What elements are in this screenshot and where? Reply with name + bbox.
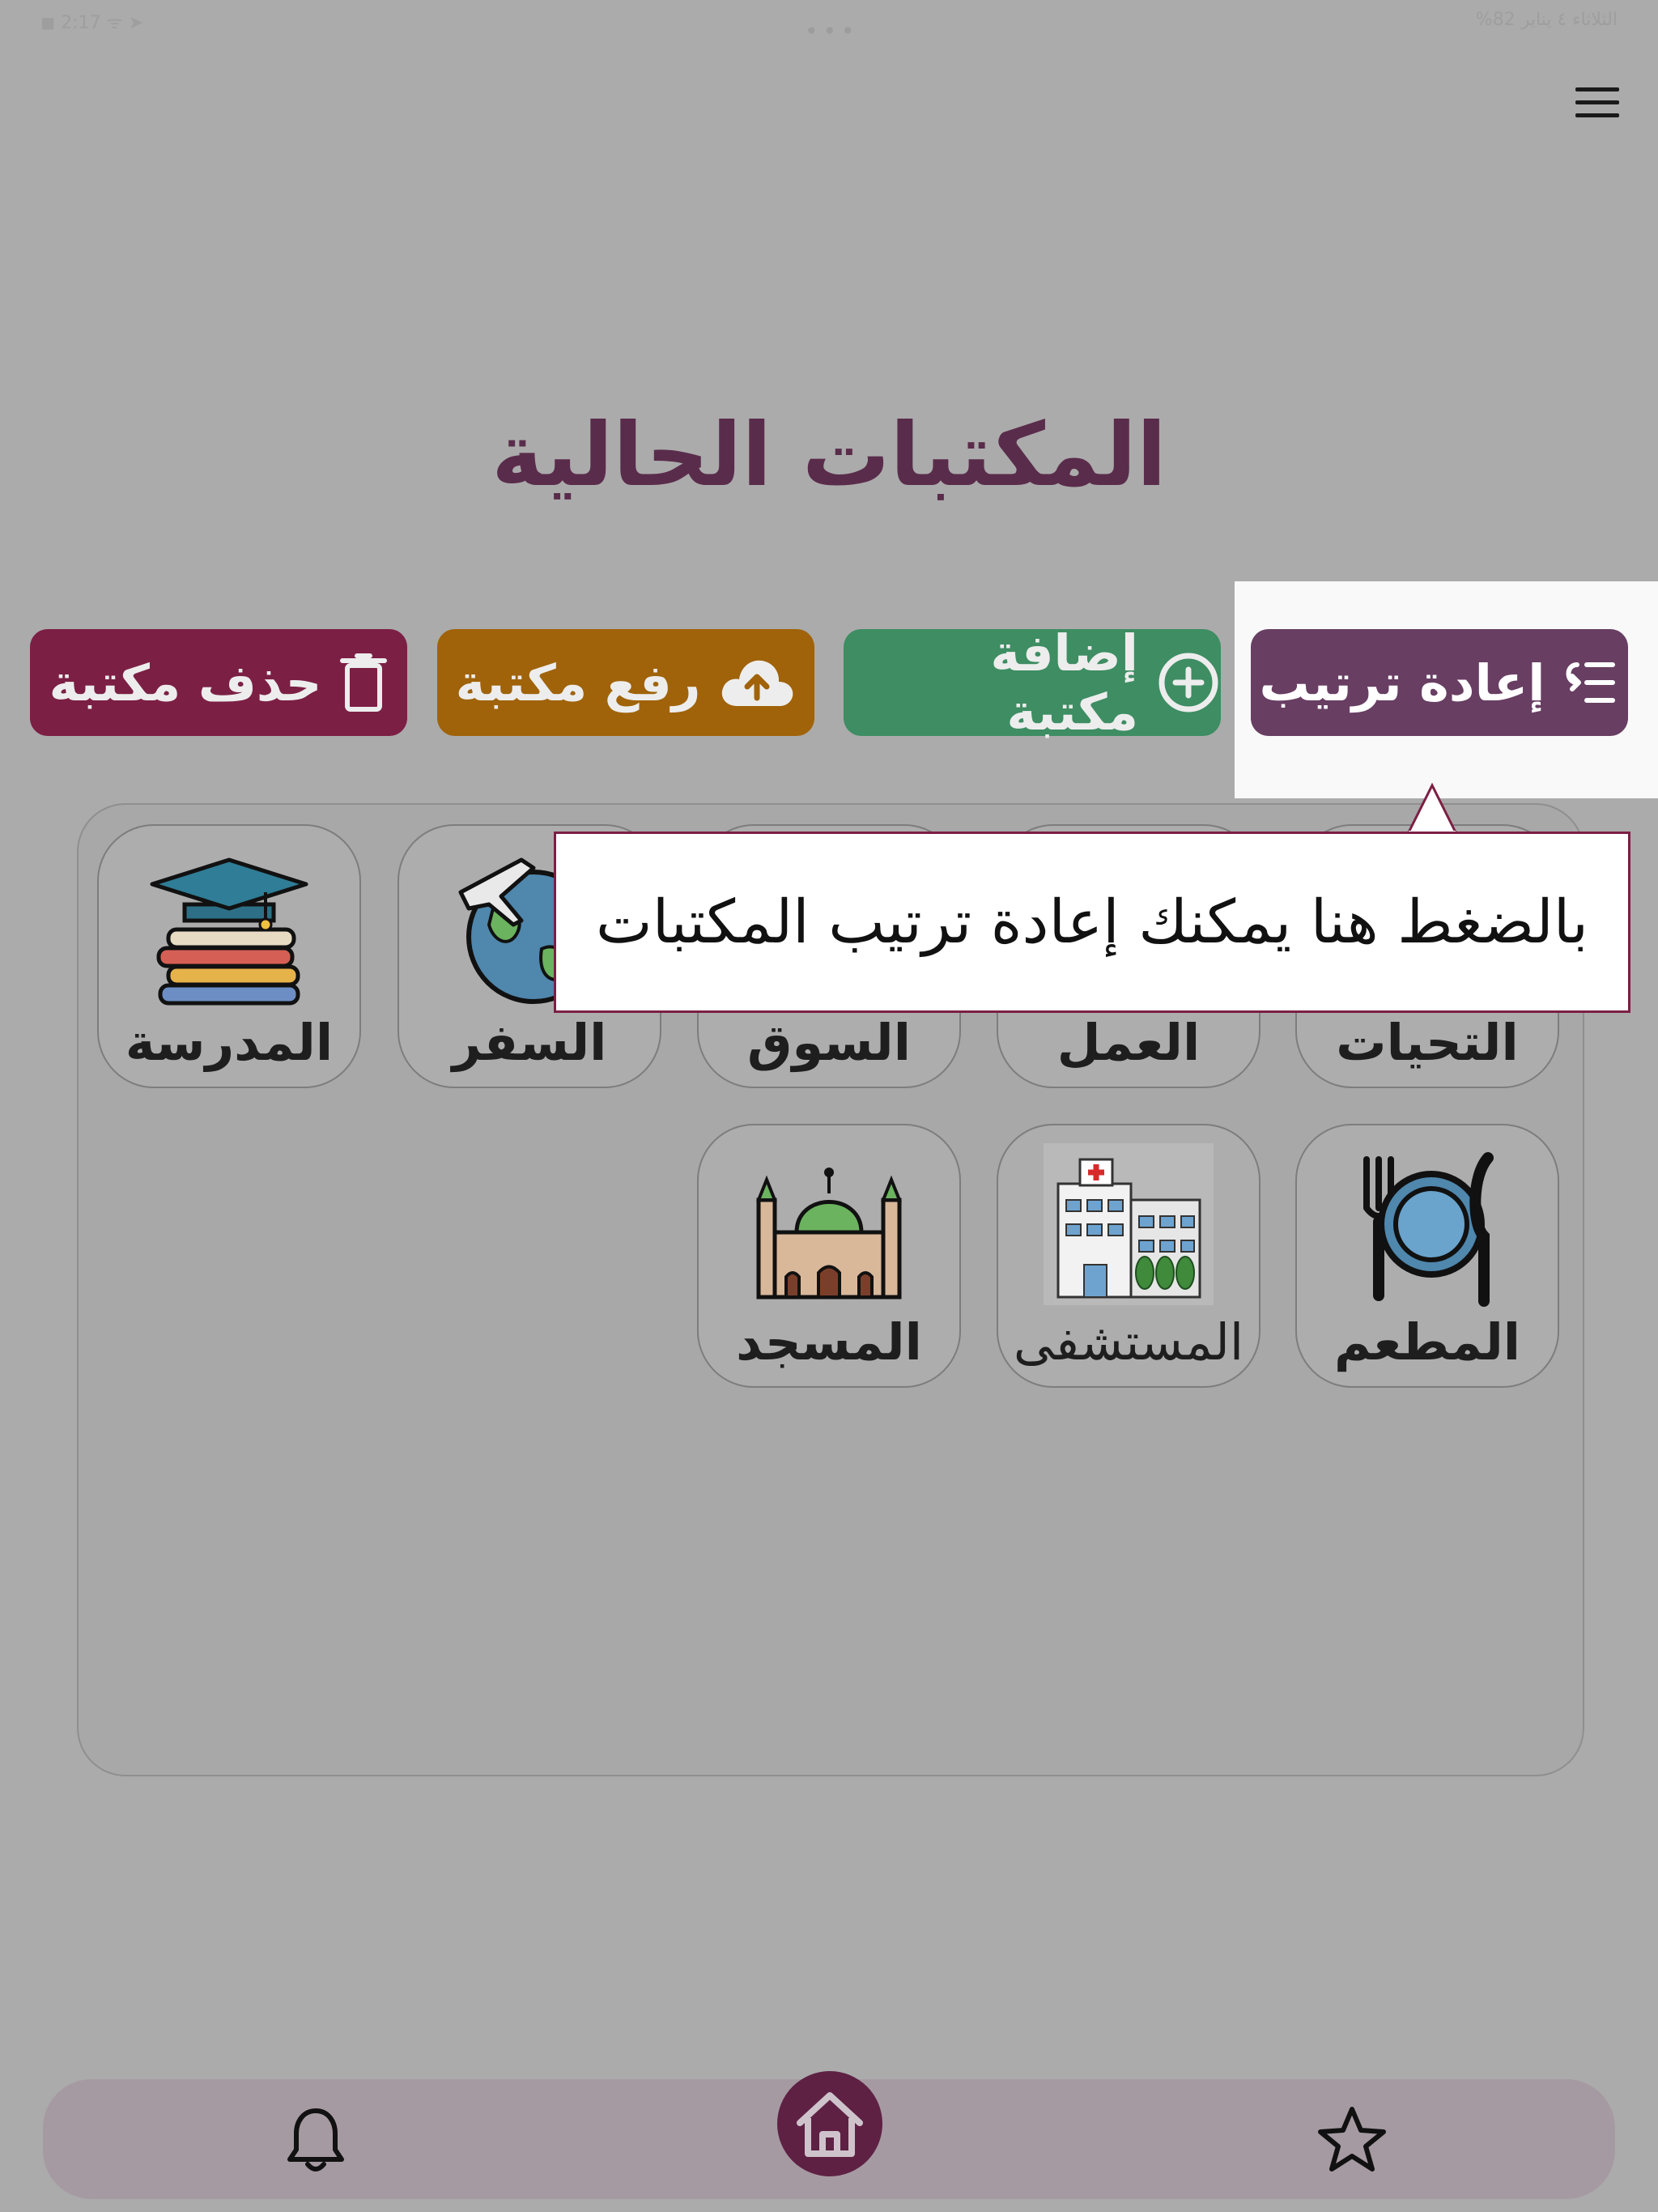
bell-icon[interactable] (275, 2099, 356, 2180)
upload-library-button[interactable]: رفع مكتبة (437, 629, 814, 736)
upload-library-label: رفع مكتبة (455, 653, 701, 713)
hospital-icon (1044, 1143, 1214, 1313)
mosque-icon (744, 1143, 914, 1313)
library-label: المطعم (1333, 1312, 1521, 1372)
library-tile-school[interactable]: المدرسة (97, 824, 361, 1088)
status-bar: ◼ 2:17 ᯤ ➤ ••• الثلاثاء ٤ يناير 82% (0, 0, 1658, 49)
library-label: السفر (452, 1013, 607, 1072)
delete-library-label: حذف مكتبة (49, 653, 322, 713)
status-right: الثلاثاء ٤ يناير 82% (1475, 10, 1618, 30)
library-tile-hospital[interactable]: المستشفى (997, 1124, 1261, 1388)
add-library-label: إضافة مكتبة (990, 623, 1138, 742)
reorder-button[interactable]: إعادة ترتيب (1251, 629, 1628, 736)
library-tile-mosque[interactable]: المسجد (697, 1124, 961, 1388)
hamburger-menu-icon[interactable] (1575, 87, 1619, 121)
reorder-label: إعادة ترتيب (1259, 653, 1545, 713)
library-label: السوق (747, 1013, 911, 1072)
cloud-upload-icon (718, 656, 796, 709)
tooltip-arrow (1405, 782, 1459, 836)
library-tile-restaurant[interactable]: المطعم (1295, 1124, 1559, 1388)
tooltip-text: بالضغط هنا يمكنك إعادة ترتيب المكتبات (596, 887, 1588, 957)
delete-library-button[interactable]: حذف مكتبة (30, 629, 407, 736)
coachmark-tooltip: بالضغط هنا يمكنك إعادة ترتيب المكتبات (554, 832, 1630, 1013)
add-circle-icon (1156, 650, 1221, 715)
library-label: المسجد (736, 1312, 922, 1372)
reorder-icon (1562, 658, 1619, 707)
bottom-nav (43, 2071, 1615, 2199)
home-icon[interactable] (777, 2071, 882, 2176)
school-books-cap-icon (144, 844, 314, 1014)
page-title: المكتبات الحالية (491, 405, 1167, 506)
trash-icon (339, 653, 388, 713)
multitask-dots[interactable]: ••• (805, 18, 860, 45)
star-icon[interactable] (1312, 2099, 1392, 2180)
status-left: ◼ 2:17 ᯤ ➤ (40, 13, 144, 33)
library-label: العمل (1056, 1013, 1201, 1072)
add-library-button[interactable]: إضافة مكتبة (844, 623, 1221, 742)
library-label: المستشفى (1013, 1312, 1244, 1372)
restaurant-plate-icon (1342, 1143, 1512, 1313)
library-label: التحيات (1336, 1013, 1519, 1072)
library-label: المدرسة (125, 1013, 334, 1072)
